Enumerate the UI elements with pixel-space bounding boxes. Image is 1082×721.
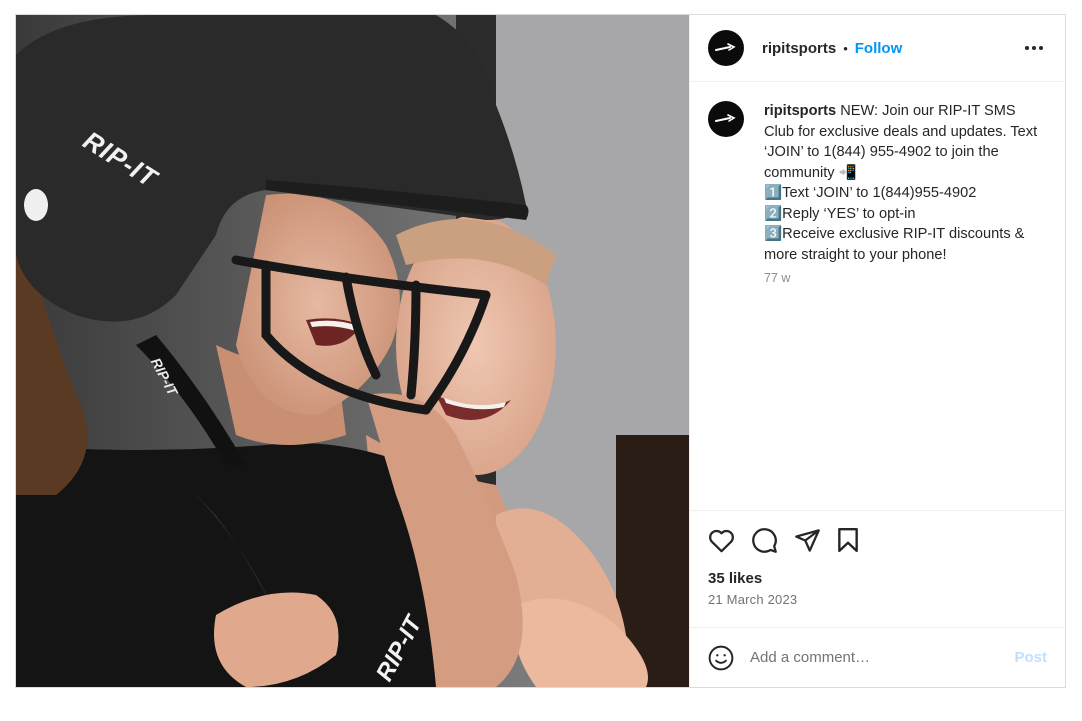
softball-players-image [16, 15, 689, 687]
caption-avatar[interactable] [708, 101, 744, 137]
action-icons-row [708, 525, 1047, 555]
caption-text: ripitsports NEW: Join our RIP-IT SMS Clu… [764, 101, 1046, 265]
header-username[interactable]: ripitsports [762, 40, 836, 57]
post-comment-button[interactable]: Post [1014, 649, 1047, 666]
caption-section: ripitsports NEW: Join our RIP-IT SMS Clu… [690, 82, 1065, 510]
actions-block: 35 likes 21 March 2023 [690, 510, 1065, 627]
likes-count[interactable]: 35 likes [708, 570, 1047, 587]
share-icon[interactable] [794, 528, 821, 553]
caption-username[interactable]: ripitsports [764, 103, 836, 119]
instagram-post: RIP-IT RIP-IT RIP-IT ripitsports • Follo… [15, 14, 1066, 688]
post-photo[interactable]: RIP-IT RIP-IT RIP-IT [16, 15, 689, 687]
separator-dot: • [843, 40, 848, 56]
emoji-icon[interactable] [708, 645, 734, 671]
caption-timestamp[interactable]: 77 w [764, 271, 1046, 285]
post-date[interactable]: 21 March 2023 [708, 592, 1047, 607]
avatar[interactable] [708, 30, 744, 66]
more-options-icon[interactable] [1021, 40, 1047, 56]
comment-icon[interactable] [751, 527, 778, 554]
post-sidebar: ripitsports • Follow ripitsports NEW: Jo… [689, 15, 1065, 687]
caption-message: NEW: Join our RIP-IT SMS Club for exclus… [764, 103, 1038, 263]
bookmark-icon[interactable] [837, 527, 859, 553]
ripit-logo-icon [715, 43, 736, 51]
ripit-logo-icon [715, 114, 736, 122]
post-header: ripitsports • Follow [690, 15, 1065, 82]
caption-body: ripitsports NEW: Join our RIP-IT SMS Clu… [764, 101, 1046, 510]
comment-bar: Post [690, 627, 1065, 687]
follow-button[interactable]: Follow [855, 40, 903, 57]
comment-input[interactable] [750, 649, 1015, 666]
heart-icon[interactable] [708, 528, 735, 553]
